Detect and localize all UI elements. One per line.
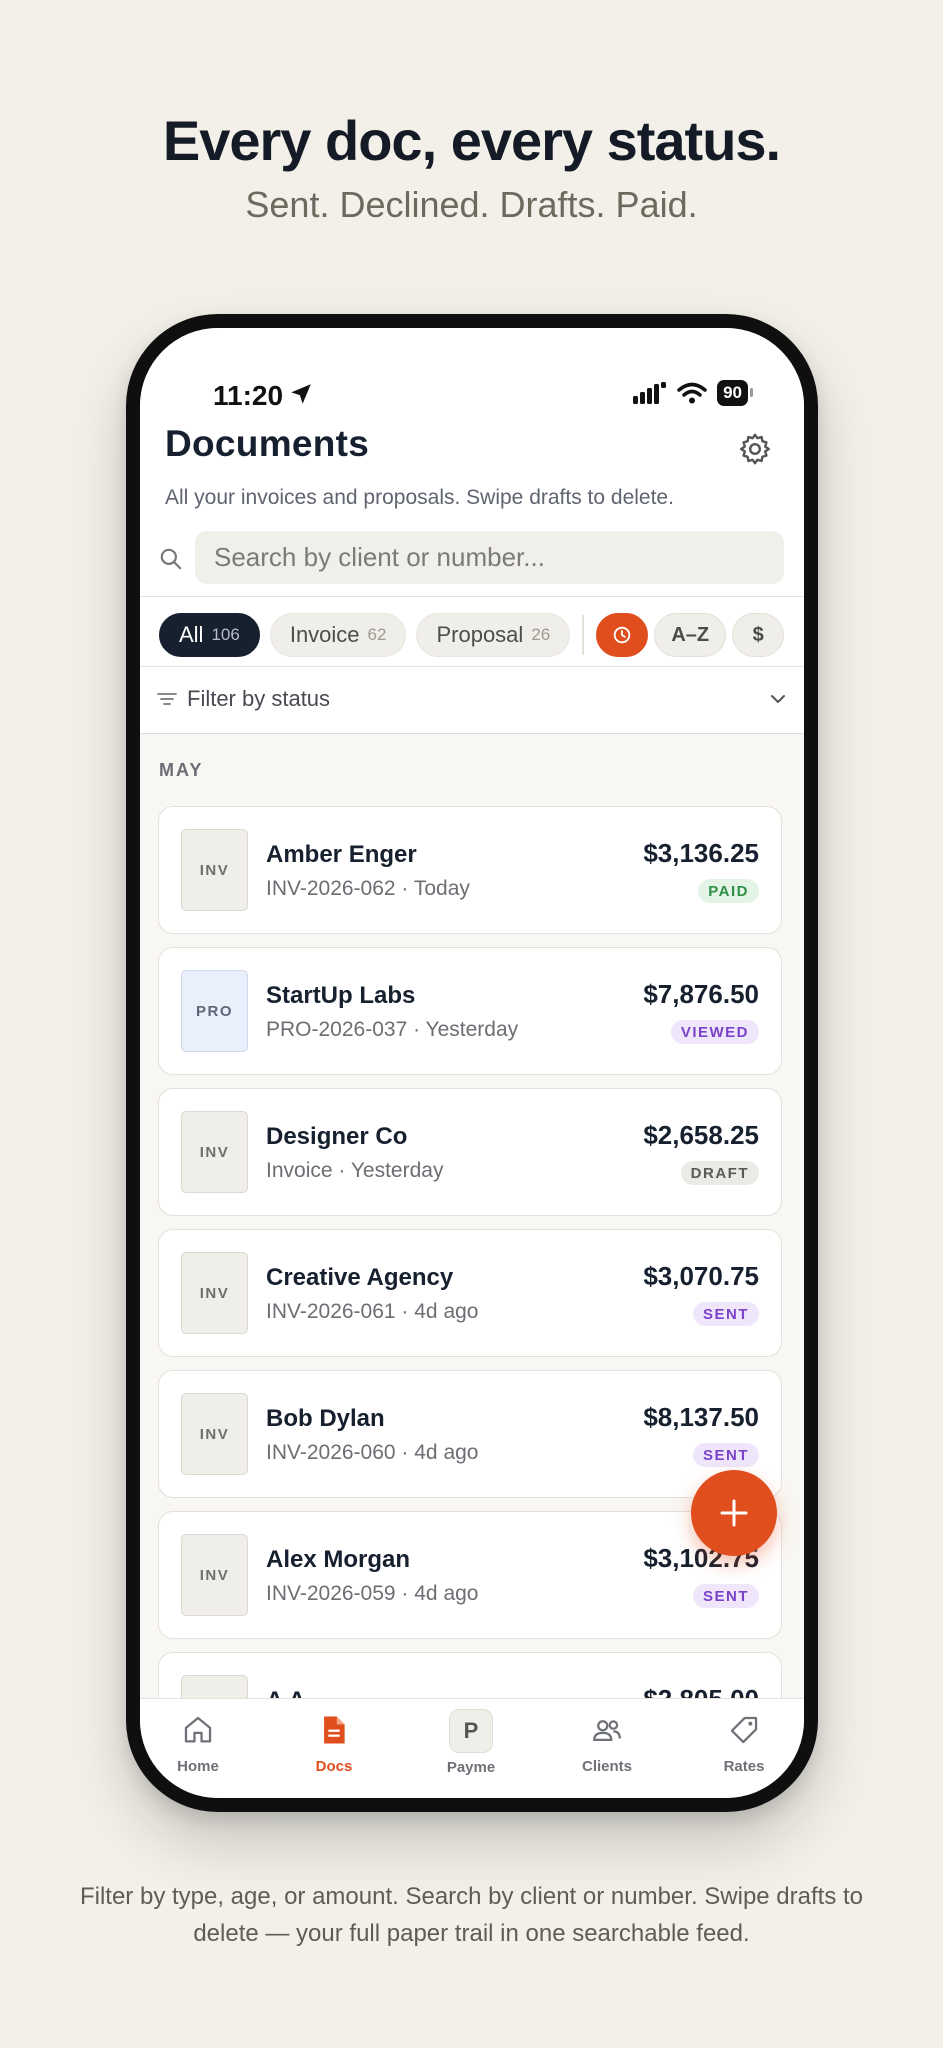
- page-title: Documents: [165, 423, 370, 464]
- status-badge: SENT: [692, 1584, 759, 1608]
- doc-type-thumbnail: INV: [181, 829, 248, 911]
- doc-type-thumbnail: INV: [181, 1252, 248, 1334]
- chip-label: Proposal: [436, 622, 524, 647]
- marketing-headline: Every doc, every status.: [162, 109, 781, 172]
- doc-type-thumbnail: INV: [181, 1393, 248, 1475]
- marketing-subhead: Sent. Declined. Drafts. Paid.: [245, 184, 698, 225]
- clock-icon: [613, 626, 631, 644]
- document-card[interactable]: INV Designer Co Invoice · Yesterday $2,6…: [158, 1088, 782, 1216]
- status-filter-dropdown[interactable]: Filter by status: [157, 678, 787, 720]
- divider: [140, 733, 804, 734]
- document-card[interactable]: INV Amber Enger INV-2026-062 · Today $3,…: [158, 806, 782, 934]
- chevron-down-icon: [771, 695, 785, 703]
- status-icons: 90: [633, 380, 753, 406]
- client-name: StartUp Labs: [266, 982, 416, 1009]
- location-arrow-icon: [291, 384, 311, 404]
- client-name: Designer Co: [266, 1123, 408, 1150]
- filter-chip-all[interactable]: All 106: [159, 613, 260, 657]
- tab-label: Payme: [446, 1759, 496, 1776]
- payme-icon: P: [449, 1709, 493, 1753]
- battery-indicator: 90: [717, 380, 753, 406]
- plus-icon: [720, 1499, 748, 1527]
- client-name: Creative Agency: [266, 1264, 454, 1291]
- new-document-button[interactable]: [691, 1470, 777, 1556]
- status-badge: DRAFT: [680, 1161, 759, 1185]
- document-card[interactable]: PRO StartUp Labs PRO-2026-037 · Yesterda…: [158, 947, 782, 1075]
- gear-icon[interactable]: [737, 431, 773, 467]
- tag-icon: [730, 1716, 758, 1744]
- tab-docs[interactable]: Docs: [279, 1713, 389, 1775]
- doc-amount: $7,876.50: [643, 979, 759, 1009]
- tab-label: Rates: [723, 1758, 765, 1775]
- filter-chip-proposal[interactable]: Proposal 26: [416, 613, 571, 657]
- chip-label: All: [179, 622, 204, 647]
- divider: [140, 666, 804, 667]
- tab-home[interactable]: Home: [143, 1713, 253, 1775]
- doc-meta: INV-2026-060 · 4d ago: [266, 1441, 479, 1464]
- tab-clients[interactable]: Clients: [552, 1713, 662, 1775]
- sort-alpha-button[interactable]: A–Z: [654, 613, 727, 657]
- status-time: 11:20: [213, 380, 284, 411]
- client-name: Alex Morgan: [266, 1546, 411, 1573]
- doc-meta: INV-2026-061 · 4d ago: [266, 1300, 479, 1323]
- chip-count: 106: [211, 625, 240, 644]
- chip-label: Invoice: [289, 622, 360, 647]
- doc-meta: Invoice · Yesterday: [266, 1159, 444, 1182]
- app-screen: 11:20 90 Documents All your invoices and…: [140, 328, 804, 1798]
- home-icon: [184, 1716, 212, 1743]
- document-card[interactable]: INV Creative Agency INV-2026-061 · 4d ag…: [158, 1229, 782, 1357]
- sort-recent-button[interactable]: [596, 613, 649, 657]
- wifi-icon: [677, 382, 707, 404]
- status-badge: SENT: [692, 1443, 759, 1467]
- chip-separator: [582, 615, 585, 655]
- bottom-tab-bar: Home Docs P Payme Clients Rates: [140, 1698, 804, 1798]
- status-filter-label: Filter by status: [187, 686, 331, 711]
- status-badge: SENT: [692, 1302, 759, 1326]
- filter-lines-icon: [157, 693, 177, 705]
- doc-meta: PRO-2026-037 · Yesterday: [266, 1018, 519, 1041]
- filter-chip-invoice[interactable]: Invoice 62: [269, 613, 407, 657]
- section-label: MAY: [159, 760, 204, 780]
- signal-icon: [633, 382, 667, 404]
- tab-payme[interactable]: P Payme: [416, 1709, 526, 1776]
- status-badge: VIEWED: [670, 1020, 759, 1044]
- doc-amount: $2,658.25: [643, 1120, 759, 1150]
- clients-icon: [593, 1720, 621, 1742]
- sort-amount-button[interactable]: $: [732, 613, 785, 657]
- page-subtitle: All your invoices and proposals. Swipe d…: [165, 486, 674, 509]
- status-badge: PAID: [698, 879, 759, 903]
- doc-meta: INV-2026-062 · Today: [266, 877, 470, 900]
- doc-amount: $3,070.75: [643, 1261, 759, 1291]
- divider: [140, 596, 804, 597]
- search-input[interactable]: [195, 531, 784, 584]
- client-name: Amber Enger: [266, 841, 417, 868]
- document-card[interactable]: INV Bob Dylan INV-2026-060 · 4d ago $8,1…: [158, 1370, 782, 1498]
- tab-rates[interactable]: Rates: [689, 1713, 799, 1775]
- phone-frame: 11:20 90 Documents All your invoices and…: [126, 314, 818, 1812]
- doc-type-thumbnail: INV: [181, 1534, 248, 1616]
- chip-count: 26: [531, 625, 551, 644]
- tab-label: Home: [177, 1758, 219, 1775]
- doc-meta: INV-2026-059 · 4d ago: [266, 1582, 479, 1605]
- marketing-caption: Filter by type, age, or amount. Search b…: [79, 1883, 864, 1947]
- tab-label: Docs: [315, 1758, 353, 1775]
- document-icon: [324, 1716, 345, 1744]
- search-icon: [160, 548, 182, 570]
- doc-type-thumbnail: PRO: [181, 970, 248, 1052]
- document-card[interactable]: INV Alex Morgan INV-2026-059 · 4d ago $3…: [158, 1511, 782, 1639]
- doc-type-thumbnail: INV: [181, 1111, 248, 1193]
- doc-amount: $3,136.25: [643, 838, 759, 868]
- type-filter-bar: All 106 Invoice 62 Proposal 26 A–Z $: [159, 613, 790, 657]
- tab-label: Clients: [581, 1758, 632, 1775]
- client-name: Bob Dylan: [266, 1405, 385, 1432]
- chip-count: 62: [367, 625, 387, 644]
- doc-amount: $8,137.50: [643, 1402, 759, 1432]
